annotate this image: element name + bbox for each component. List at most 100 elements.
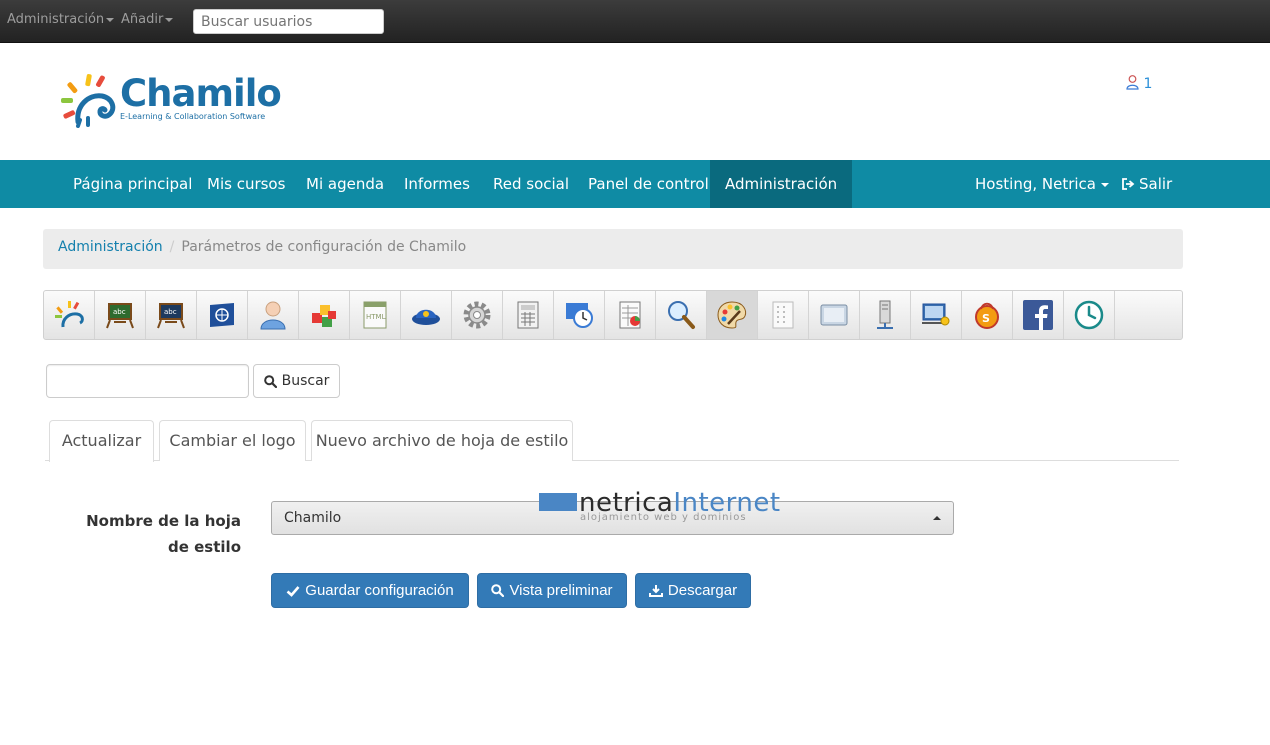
settings-search-button[interactable]: Buscar <box>253 364 340 398</box>
logo-name: Chamilo <box>120 72 282 115</box>
settings-category-toolbar: abc abc HTML S <box>43 290 1183 340</box>
admin-dropdown[interactable]: Administración <box>7 12 115 27</box>
calculator-icon <box>517 301 539 329</box>
user-menu-label: Hosting, Netrica <box>975 175 1096 193</box>
online-users-link[interactable]: 1 <box>1126 75 1152 92</box>
toolbar-timezone-button[interactable] <box>1064 291 1115 339</box>
search-icon <box>263 374 277 388</box>
nav-item-home[interactable]: Página principal <box>73 160 192 208</box>
timezone-clock-icon <box>1074 300 1104 330</box>
toolbar-users-button[interactable] <box>248 291 299 339</box>
breadcrumb-current: Parámetros de configuración de Chamilo <box>181 239 467 255</box>
search-icon <box>491 584 505 597</box>
user-menu-dropdown[interactable]: Hosting, Netrica <box>975 160 1109 208</box>
toolbar-ldap-button[interactable] <box>911 291 962 339</box>
logout-link[interactable]: Salir <box>1122 160 1172 208</box>
window-icon <box>820 304 848 326</box>
editor-icon: HTML <box>363 301 387 329</box>
clock-globe-icon <box>566 303 593 328</box>
download-button[interactable]: Descargar <box>635 573 751 608</box>
caret-down-icon <box>106 17 115 22</box>
save-settings-button[interactable]: Guardar configuración <box>271 573 469 608</box>
regional-icon <box>210 303 234 327</box>
toolbar-calculator-button[interactable] <box>503 291 554 339</box>
search-icon <box>668 301 695 329</box>
nav-item-dashboard[interactable]: Panel de control <box>588 160 709 208</box>
preview-label: Vista preliminar <box>509 582 613 599</box>
preview-button[interactable]: Vista preliminar <box>477 573 627 608</box>
check-icon <box>286 585 300 597</box>
tab-update[interactable]: Actualizar <box>49 420 154 462</box>
main-nav: Página principal Mis cursos Mi agenda In… <box>0 160 1270 208</box>
caret-down-icon <box>1101 182 1109 187</box>
toolbar-regional-button[interactable] <box>197 291 248 339</box>
add-dropdown[interactable]: Añadir <box>121 12 174 27</box>
admin-dropdown-label: Administración <box>7 12 105 27</box>
svg-text:abc: abc <box>113 308 126 316</box>
svg-text:S: S <box>982 312 990 325</box>
chamilo-logo-icon <box>61 74 116 128</box>
shibboleth-icon: S <box>975 302 999 329</box>
toolbar-settings-button[interactable] <box>452 291 503 339</box>
security-icon <box>412 309 440 325</box>
breadcrumb-separator: / <box>169 239 175 255</box>
online-users-count: 1 <box>1143 76 1153 92</box>
save-settings-label: Guardar configuración <box>305 582 454 599</box>
download-icon <box>648 585 663 597</box>
settings-gear-icon <box>463 301 491 329</box>
logo-tagline: E-Learning & Collaboration Software <box>120 112 266 121</box>
plugins-icon <box>312 305 336 327</box>
add-dropdown-label: Añadir <box>121 12 164 27</box>
toolbar-gradebook-button[interactable] <box>605 291 656 339</box>
download-label: Descargar <box>667 582 738 599</box>
stylesheet-select[interactable]: Chamilo <box>271 501 954 535</box>
nav-item-administration[interactable]: Administración <box>710 160 853 208</box>
toolbar-search-button[interactable] <box>656 291 707 339</box>
course-board-icon: abc <box>106 303 134 329</box>
toolbar-course-button[interactable]: abc <box>95 291 146 339</box>
toolbar-server-button[interactable] <box>860 291 911 339</box>
nav-item-my-courses[interactable]: Mis cursos <box>207 160 285 208</box>
toolbar-platform-button[interactable] <box>44 291 95 339</box>
stylesheets-palette-icon <box>717 301 747 329</box>
breadcrumb: Administración / Parámetros de configuraci… <box>43 229 1183 269</box>
logout-icon <box>1122 178 1135 190</box>
toolbar-time-button[interactable] <box>554 291 605 339</box>
toolbar-session-button[interactable]: abc <box>146 291 197 339</box>
nav-item-agenda[interactable]: Mi agenda <box>306 160 384 208</box>
tab-change-logo[interactable]: Cambiar el logo <box>159 420 306 461</box>
facebook-icon <box>1023 300 1053 330</box>
session-board-icon: abc <box>157 303 185 329</box>
settings-search-input[interactable] <box>46 364 249 398</box>
gradebook-icon <box>619 301 641 329</box>
chamilo-icon <box>55 301 84 328</box>
user-icon <box>260 301 286 330</box>
nav-item-reports[interactable]: Informes <box>404 160 470 208</box>
server-icon <box>877 300 893 329</box>
chamilo-logo[interactable]: Chamilo E-Learning & Collaboration Softw… <box>58 72 288 128</box>
toolbar-facebook-button[interactable] <box>1013 291 1064 339</box>
admin-topbar: Administración Añadir <box>0 0 1270 43</box>
caret-up-icon <box>933 516 941 520</box>
toolbar-window-button[interactable] <box>809 291 860 339</box>
ldap-icon <box>922 303 950 326</box>
breadcrumb-root-link[interactable]: Administración <box>58 239 163 255</box>
toolbar-editor-button[interactable]: HTML <box>350 291 401 339</box>
toolbar-shibboleth-button[interactable]: S <box>962 291 1013 339</box>
stylesheet-name-label: Nombre de la hoja de estilo <box>86 512 241 556</box>
caret-down-icon <box>165 17 174 22</box>
user-icon <box>1126 75 1139 90</box>
stylesheet-select-value: Chamilo <box>284 510 342 526</box>
toolbar-stylesheets-button[interactable] <box>707 291 758 339</box>
nav-item-social[interactable]: Red social <box>493 160 569 208</box>
settings-search-label: Buscar <box>281 373 330 389</box>
tab-new-stylesheet[interactable]: Nuevo archivo de hoja de estilo <box>311 420 573 461</box>
toolbar-templates-button[interactable] <box>758 291 809 339</box>
svg-text:HTML: HTML <box>366 313 386 321</box>
toolbar-plugins-button[interactable] <box>299 291 350 339</box>
logout-label: Salir <box>1139 175 1173 193</box>
user-search-input[interactable] <box>193 9 384 34</box>
templates-icon <box>772 301 794 329</box>
toolbar-security-button[interactable] <box>401 291 452 339</box>
svg-text:abc: abc <box>164 308 177 316</box>
